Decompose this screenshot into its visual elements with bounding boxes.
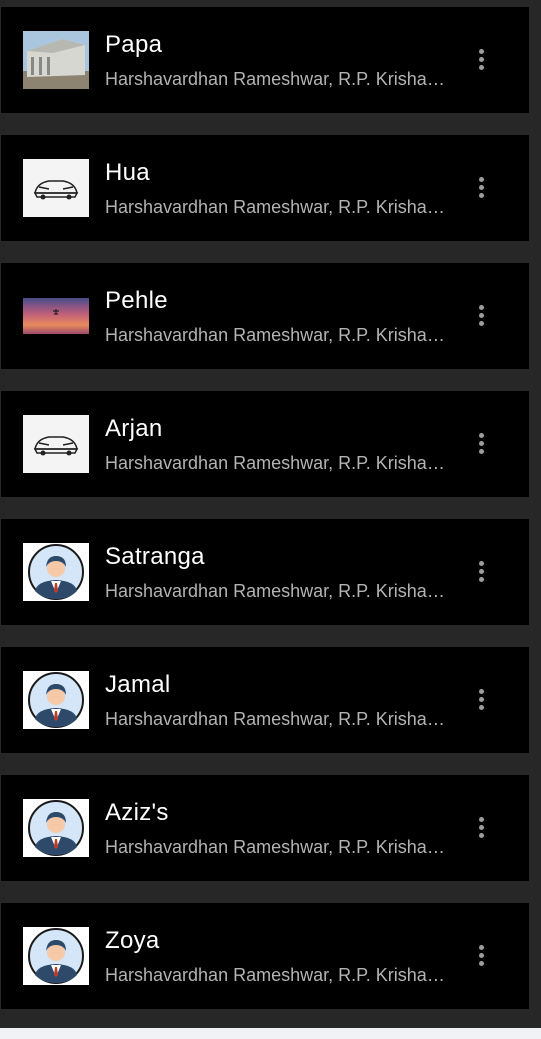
song-title: Papa: [105, 31, 163, 58]
song-title: Aziz's: [105, 799, 169, 826]
more-vertical-icon[interactable]: [469, 685, 493, 715]
person-avatar-thumbnail: [23, 799, 89, 857]
building-thumbnail: [23, 31, 89, 89]
song-list: Papa Harshavardhan Rameshwar, R.P. Krish…: [0, 0, 541, 1028]
more-vertical-icon[interactable]: [469, 301, 493, 331]
song-artists: Harshavardhan Rameshwar, R.P. Krishang, …: [105, 325, 447, 345]
car-sketch-thumbnail: [23, 415, 89, 473]
song-row[interactable]: Papa Harshavardhan Rameshwar, R.P. Krish…: [1, 7, 529, 113]
song-row[interactable]: Aziz's Harshavardhan Rameshwar, R.P. Kri…: [1, 775, 529, 881]
song-row[interactable]: Satranga Harshavardhan Rameshwar, R.P. K…: [1, 519, 529, 625]
song-artists: Harshavardhan Rameshwar, R.P. Krishang, …: [105, 709, 447, 729]
person-avatar-thumbnail: [23, 671, 89, 729]
song-artists: Harshavardhan Rameshwar, R.P. Krishang, …: [105, 581, 447, 601]
more-vertical-icon[interactable]: [469, 941, 493, 971]
song-row[interactable]: Jamal Harshavardhan Rameshwar, R.P. Kris…: [1, 647, 529, 753]
sunset-plane-thumbnail: [23, 287, 89, 345]
more-vertical-icon[interactable]: [469, 813, 493, 843]
song-artists: Harshavardhan Rameshwar, R.P. Krishang, …: [105, 453, 447, 473]
song-artists: Harshavardhan Rameshwar, R.P. Krishang, …: [105, 965, 447, 985]
song-title: Jamal: [105, 671, 171, 698]
song-title: Zoya: [105, 927, 160, 954]
song-row[interactable]: Zoya Harshavardhan Rameshwar, R.P. Krish…: [1, 903, 529, 1009]
more-vertical-icon[interactable]: [469, 557, 493, 587]
song-row[interactable]: Hua Harshavardhan Rameshwar, R.P. Krisha…: [1, 135, 529, 241]
person-avatar-thumbnail: [23, 543, 89, 601]
more-vertical-icon[interactable]: [469, 173, 493, 203]
song-title: Arjan: [105, 415, 163, 442]
car-sketch-thumbnail: [23, 159, 89, 217]
person-avatar-thumbnail: [23, 927, 89, 985]
song-title: Pehle: [105, 287, 168, 314]
more-vertical-icon[interactable]: [469, 45, 493, 75]
song-artists: Harshavardhan Rameshwar, R.P. Krishang, …: [105, 197, 447, 217]
song-title: Hua: [105, 159, 150, 186]
song-artists: Harshavardhan Rameshwar, R.P. Krishang, …: [105, 837, 447, 857]
song-title: Satranga: [105, 543, 205, 570]
song-artists: Harshavardhan Rameshwar, R.P. Krishang, …: [105, 69, 447, 89]
more-vertical-icon[interactable]: [469, 429, 493, 459]
song-row[interactable]: Arjan Harshavardhan Rameshwar, R.P. Kris…: [1, 391, 529, 497]
song-row[interactable]: Pehle Harshavardhan Rameshwar, R.P. Kris…: [1, 263, 529, 369]
